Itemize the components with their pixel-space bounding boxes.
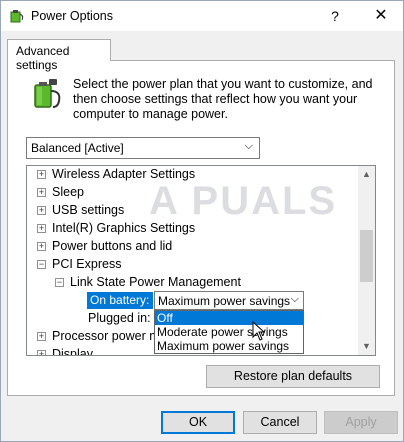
- collapse-icon[interactable]: −: [37, 260, 46, 269]
- mouse-cursor-icon: [252, 321, 266, 341]
- tab-advanced-settings[interactable]: Advanced settings: [7, 39, 111, 72]
- tree-item-label: PCI Express: [52, 257, 122, 271]
- expand-icon[interactable]: +: [37, 332, 46, 341]
- battery-plug-icon: [34, 79, 61, 108]
- tree-item-label: Power buttons and lid: [52, 239, 173, 253]
- on-battery-value: Maximum power savings: [158, 294, 291, 308]
- chevron-down-icon: ⌵: [244, 140, 253, 152]
- dropdown-option-moderate[interactable]: Moderate power savings: [155, 325, 303, 339]
- on-battery-dropdown[interactable]: Off Moderate power savings Maximum power…: [154, 310, 304, 354]
- plugged-in-label: Plugged in:: [88, 311, 151, 325]
- power-options-window: Power Options ? ✕ Advanced settings Sele…: [0, 0, 404, 442]
- tree-item-label: Sleep: [52, 185, 84, 199]
- dropdown-option-maximum[interactable]: Maximum power savings: [155, 339, 303, 353]
- scroll-up-icon[interactable]: ▲: [358, 166, 375, 183]
- power-plan-select[interactable]: Balanced [Active] ⌵: [26, 137, 260, 159]
- help-button[interactable]: ?: [325, 5, 345, 27]
- tab-label: Advanced settings: [16, 44, 70, 72]
- scroll-down-icon[interactable]: ▼: [358, 338, 375, 355]
- chevron-down-icon: ⌵: [290, 293, 299, 305]
- tree-item-label: Link State Power Management: [70, 275, 241, 289]
- close-button[interactable]: ✕: [371, 5, 391, 27]
- tree-item-label: Intel(R) Graphics Settings: [52, 221, 196, 235]
- expand-icon[interactable]: +: [37, 188, 46, 197]
- dropdown-option-off[interactable]: Off: [155, 311, 303, 325]
- tree-item-label: Processor power m: [52, 329, 160, 343]
- expand-icon[interactable]: +: [37, 224, 46, 233]
- tree-item-label: USB settings: [52, 203, 125, 217]
- collapse-icon[interactable]: −: [55, 278, 64, 287]
- power-plan-value: Balanced [Active]: [31, 141, 124, 155]
- plugged-in-row[interactable]: Plugged in:: [88, 309, 151, 327]
- title-bar: Power Options ? ✕: [1, 1, 403, 31]
- tree-item-label: Wireless Adapter Settings: [52, 167, 196, 181]
- restore-defaults-button[interactable]: Restore plan defaults: [206, 365, 380, 388]
- tree-item-label: Display: [52, 347, 93, 356]
- on-battery-label[interactable]: On battery:: [87, 292, 153, 309]
- vertical-scrollbar[interactable]: ▲ ▼: [358, 166, 375, 355]
- expand-icon[interactable]: +: [37, 350, 46, 355]
- expand-icon[interactable]: +: [37, 242, 46, 251]
- ok-button[interactable]: OK: [161, 411, 235, 434]
- apply-button[interactable]: Apply: [324, 411, 398, 434]
- expand-icon[interactable]: +: [37, 206, 46, 215]
- cancel-button[interactable]: Cancel: [243, 411, 317, 434]
- description-text: Select the power plan that you want to c…: [73, 77, 373, 121]
- power-options-icon: [10, 10, 24, 23]
- expand-icon[interactable]: +: [37, 170, 46, 179]
- window-title: Power Options: [31, 9, 113, 23]
- scroll-thumb[interactable]: [360, 230, 373, 282]
- on-battery-select[interactable]: Maximum power savings ⌵: [154, 291, 304, 310]
